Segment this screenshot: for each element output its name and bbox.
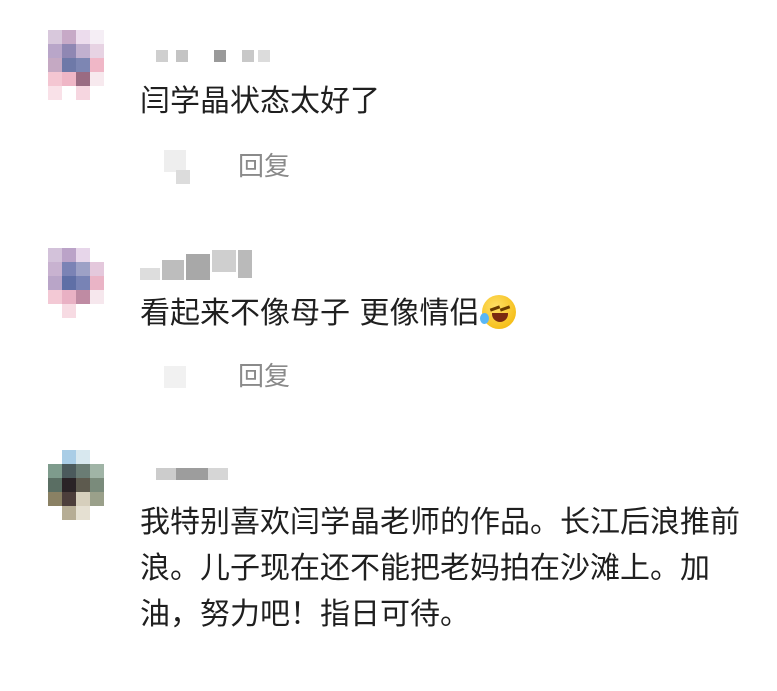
avatar[interactable] [48,30,120,102]
laughing-tears-emoji-icon [479,295,516,329]
reply-row: 回复 [140,360,340,400]
blurred-icon [176,170,190,184]
comment-text-content: 看起来不像母子 更像情侣 [140,296,480,331]
comment-text: 我特别喜欢闫学晶老师的作品。长江后浪推前浪。儿子现在还不能把老妈拍在沙滩上。加油… [140,505,740,632]
blurred-icon [164,366,186,388]
comment-text: 看起来不像母子 更像情侣 [140,292,750,336]
avatar[interactable] [48,248,120,320]
comment-text: 闫学晶状态太好了 [140,84,380,119]
reply-button[interactable]: 回复 [238,150,290,184]
reply-row: 回复 [140,150,340,190]
username-blurred[interactable] [156,46,276,66]
username-blurred[interactable] [156,464,236,484]
username-blurred[interactable] [140,248,270,288]
avatar[interactable] [48,450,120,522]
blurred-icon [164,150,186,172]
reply-button[interactable]: 回复 [238,360,290,394]
